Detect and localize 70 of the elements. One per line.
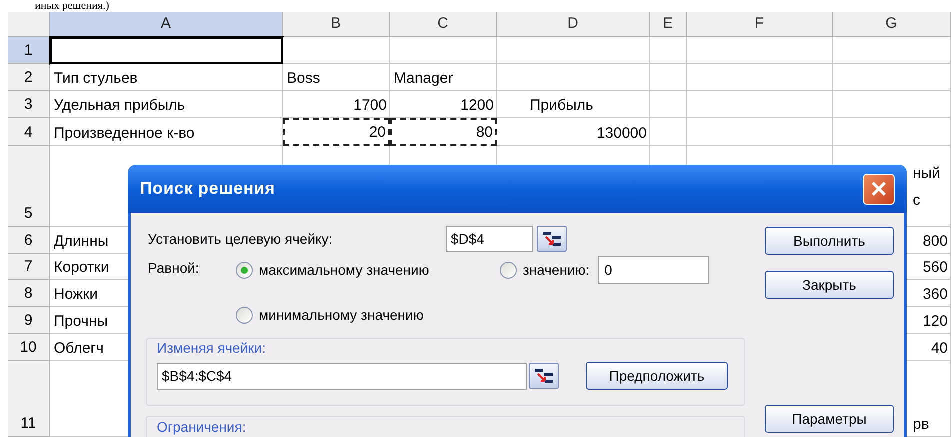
radio-button[interactable] [236,306,253,324]
column-header[interactable]: E [650,12,687,37]
equal-to-label: Равной: [148,259,200,278]
cell-text: Ножки [54,285,98,305]
row-header[interactable]: 1 [8,37,50,64]
cell-text: 120 [922,312,948,332]
grid-arrow-icon [542,231,562,247]
row-header[interactable]: 7 [8,254,50,280]
dialog-button[interactable]: Выполнить [765,227,894,255]
cell-text: 130000 [596,124,647,144]
row-header[interactable]: 4 [8,118,50,146]
radio-label: значению: [523,260,590,280]
group-label: Ограничения: [157,418,246,437]
cell-text: 360 [922,285,948,305]
close-icon [870,180,888,198]
cell-text: 20 [369,123,386,143]
column-header[interactable]: F [687,12,833,37]
cell-text: Удельная прибыль [54,96,186,116]
cell-text: 40 [931,339,948,359]
radio-label: минимальному значению [259,306,424,325]
cell-text: Тип стульев [54,69,138,89]
spreadsheet-cell[interactable] [50,37,283,64]
column-header[interactable]: D [497,12,650,37]
group-label: Изменяя ячейки: [157,339,266,358]
cell-text: Manager [394,69,454,89]
spreadsheet-cell [650,64,687,91]
value-field[interactable]: 0 [598,256,709,284]
dialog-button[interactable]: Параметры [765,405,894,433]
cell-text: 560 [922,258,948,278]
radio-button[interactable] [500,262,517,278]
radio-button[interactable] [236,262,253,278]
cell-text: ный [913,164,942,184]
cell-text: Коротки [54,258,110,278]
dialog-title: Поиск решения [140,178,276,200]
row-header[interactable]: 8 [8,280,50,307]
column-header[interactable]: G [833,12,951,37]
row-header[interactable]: 10 [8,334,50,361]
cell-text: 800 [922,232,948,252]
cell-text: Прибыль [530,96,594,116]
column-header[interactable]: B [283,12,390,37]
collapse-button[interactable] [529,363,559,389]
target-cell-label: Установить целевую ячейку: [148,230,334,249]
cell-text: 1700 [354,96,387,116]
cell-text: Произведенное к-во [54,124,195,144]
cell-text: Boss [287,69,320,89]
cell-text: Длинны [54,232,109,252]
document-text: иных решения.) [35,0,110,12]
collapse-button[interactable] [537,226,567,252]
spreadsheet-cell [650,37,687,64]
row-header[interactable]: 11 [8,361,50,437]
column-header[interactable]: A [50,12,283,37]
dialog-button[interactable]: Предположить [586,362,728,390]
close-button[interactable] [863,174,895,204]
grid-arrow-icon [534,368,554,384]
row-header[interactable]: 3 [8,91,50,118]
row-header[interactable]: 9 [8,307,50,334]
radio-label: максимальному значению [259,260,430,280]
cell-text: 80 [476,123,493,143]
column-header[interactable]: C [390,12,497,37]
row-header[interactable]: 5 [8,146,50,227]
cell-text: Прочны [54,312,108,332]
dialog-button[interactable]: Закрыть [765,271,894,299]
cell-text: рв [913,415,930,435]
cell-text: с [913,191,922,211]
row-header[interactable]: 6 [8,227,50,254]
target-cell-field[interactable]: $D$4 [446,226,533,252]
cell-text: Облегч [54,339,104,359]
row-header[interactable]: 2 [8,64,50,91]
cell-text: 1200 [460,96,494,116]
changing-cells-field[interactable]: $B$4:$C$4 [157,362,527,390]
